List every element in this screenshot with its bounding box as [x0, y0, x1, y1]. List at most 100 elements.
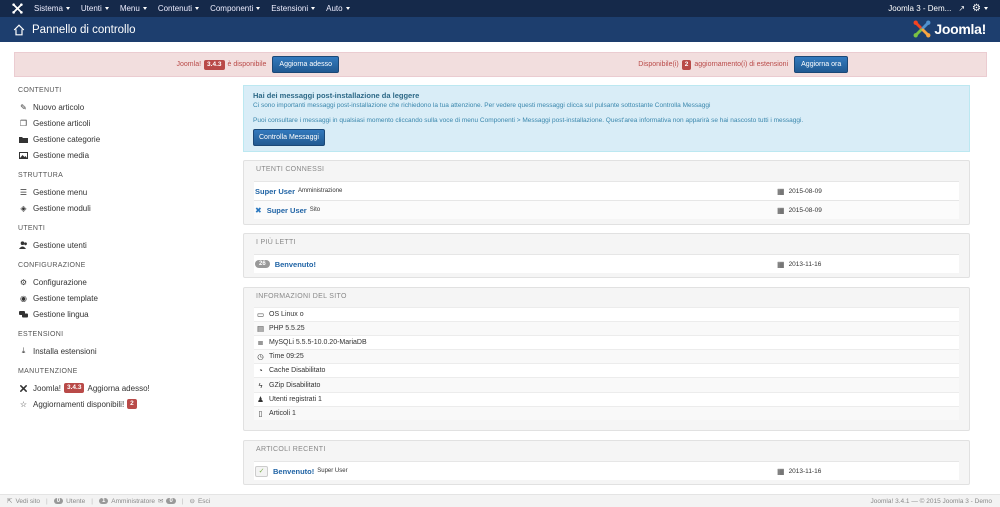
check-messages-button[interactable]: Controlla Messaggi — [253, 129, 325, 146]
update-extensions-button[interactable]: Aggiorna ora — [794, 56, 849, 73]
footer-left: ⇱ Vedi sito | 0 Utente | 1 Amministrator… — [7, 497, 210, 506]
logout-user-icon[interactable]: ✖ — [255, 206, 262, 215]
article-link[interactable]: Benvenuto! — [275, 260, 316, 269]
list-item: ◔ Cache Disabilitato — [254, 363, 959, 378]
menu-componenti[interactable]: Componenti — [210, 4, 260, 13]
php-icon: ▤ — [256, 324, 265, 334]
sidebar-section-title: CONTENUTI — [18, 87, 62, 94]
list-item: ◷ Time 09:25 — [254, 349, 959, 364]
user-area: Sito — [309, 207, 321, 213]
article-link[interactable]: Benvenuto! — [273, 467, 314, 476]
info-label: Cache Disabilitato — [269, 367, 326, 375]
info-label: Utenti registrati 1 — [269, 395, 322, 403]
sidebar-item-aggiornamenti[interactable]: ☆ Aggiornamenti disponibili! 2 — [18, 396, 223, 412]
joomla-logo-text: Joomla! — [934, 21, 986, 37]
postinstall-text-secondary: Puoi consultare i messaggi in qualsiasi … — [253, 117, 804, 124]
divider: | — [181, 497, 184, 505]
pencil-icon: ✎ — [20, 102, 27, 112]
site-name-link[interactable]: Joomla 3 - Dem... — [888, 4, 951, 13]
sidebar-item-gestione-menu[interactable]: ☰ Gestione menu — [18, 184, 223, 200]
divider: | — [46, 497, 48, 505]
view-site-link[interactable]: Vedi sito — [15, 498, 40, 505]
row-date: 2015-08-09 — [788, 206, 822, 214]
panel-body: Super User Amministrazione ▦ 2015-08-09 ✖… — [244, 179, 969, 219]
row-date: 2013-11-16 — [788, 260, 822, 268]
postinstall-messages-box: Hai dei messaggi post-installazione da l… — [243, 85, 970, 152]
list-item: ϟ GZip Disabilitato — [254, 377, 959, 392]
panel-body: ✓ Benvenuto! Super User ▦ 2013-11-16 — [244, 459, 969, 480]
gear-icon[interactable]: ⚙ — [972, 3, 988, 14]
menu-contenuti[interactable]: Contenuti — [158, 4, 199, 13]
status-footer: ⇱ Vedi sito | 0 Utente | 1 Amministrator… — [0, 494, 1000, 507]
info-label: Time 09:25 — [269, 353, 304, 361]
info-label: OS Linux o — [269, 311, 304, 319]
sidebar-item-label: Gestione media — [33, 150, 90, 160]
calendar-icon: ▦ — [777, 205, 785, 215]
sidebar-item-configurazione[interactable]: ⚙ Configurazione — [18, 274, 223, 290]
sidebar-item-installa-estensioni[interactable]: ⤓ Installa estensioni — [18, 343, 223, 359]
cube-icon: ◈ — [20, 203, 27, 213]
sidebar-item-gestione-media[interactable]: Gestione media — [18, 147, 223, 163]
panel-title: UTENTI CONNESSI — [256, 166, 325, 173]
table-row: ✖ Super User Sito ▦ 2015-08-09 — [254, 200, 959, 219]
sidebar-section-title: CONFIGURAZIONE — [18, 262, 86, 269]
minus-icon: ⊖ — [189, 498, 195, 505]
user-icon: ♟ — [257, 394, 264, 404]
menu-estensioni[interactable]: Estensioni — [271, 4, 315, 13]
sidebar-section-title: MANUTENZIONE — [18, 368, 78, 375]
sidebar-item-joomla-update[interactable]: Joomla! 3.4.3 Aggiorna adesso! — [18, 380, 223, 396]
postinstall-text: Ci sono importanti messaggi post-install… — [253, 102, 711, 109]
sidebar-item-gestione-categorie[interactable]: Gestione categorie — [18, 131, 223, 147]
article-author: Super User — [317, 468, 348, 474]
info-label: PHP 5.5.25 — [269, 325, 305, 333]
envelope-icon[interactable]: ✉ — [158, 497, 163, 505]
core-update-suffix: è disponibile — [227, 61, 267, 68]
joomla-logo-icon — [913, 20, 931, 38]
visitors-count-badge: 0 — [53, 498, 64, 504]
lightning-icon: ϟ — [258, 380, 263, 390]
sidebar-item-gestione-template[interactable]: ◉ Gestione template — [18, 290, 223, 306]
published-check-icon[interactable]: ✓ — [255, 465, 268, 477]
sidebar-item-gestione-lingua[interactable]: Gestione lingua — [18, 306, 223, 322]
sidebar-item-nuovo-articolo[interactable]: ✎ Nuovo articolo — [18, 99, 223, 115]
logout-link[interactable]: Esci — [198, 498, 210, 505]
sidebar-item-label: Aggiorna adesso! — [87, 383, 150, 393]
menu-sistema[interactable]: Sistema — [34, 4, 70, 13]
clock-icon: ◷ — [257, 352, 264, 362]
sidebar-section-utenti: UTENTI Gestione utenti — [18, 221, 223, 253]
list-item: ≣ MySQLi 5.5.5-10.0.20-MariaDB — [254, 335, 959, 350]
copy-icon: ❐ — [19, 118, 28, 128]
sidebar-item-gestione-utenti[interactable]: Gestione utenti — [18, 237, 223, 253]
panel-title: INFORMAZIONI DEL SITO — [256, 293, 347, 300]
sidebar-section-estensioni: ESTENSIONI ⤓ Installa estensioni — [18, 327, 223, 359]
ext-update-prefix: Disponibile(i) — [638, 61, 679, 68]
main-content: Hai dei messaggi post-installazione da l… — [243, 85, 970, 485]
user-link[interactable]: Super User — [255, 187, 295, 196]
menu-utenti[interactable]: Utenti — [81, 4, 109, 13]
sidebar-item-gestione-articoli[interactable]: ❐ Gestione articoli — [18, 115, 223, 131]
row-date: 2015-08-09 — [788, 187, 822, 195]
sidebar: CONTENUTI ✎ Nuovo articolo ❐ Gestione arti… — [18, 83, 223, 412]
calendar-icon: ▦ — [777, 186, 785, 196]
dashboard-icon: ◔ — [258, 366, 263, 376]
sidebar-section-title: STRUTTURA — [18, 172, 64, 179]
admins-label: Amministratore — [111, 497, 155, 505]
copyright: Joomla! 3.4.1 — © 2015 Joomla 3 - Demo — [870, 497, 993, 505]
user-link[interactable]: Super User — [267, 206, 307, 215]
user-area: Amministrazione — [298, 188, 343, 194]
panel-title: ARTICOLI RECENTI — [256, 446, 326, 453]
sidebar-item-label: Aggiornamenti disponibili! — [33, 399, 125, 409]
menu-auto[interactable]: Auto — [326, 4, 349, 13]
visitors-label: Utente — [66, 497, 86, 505]
sidebar-item-label: Gestione utenti — [33, 240, 87, 250]
joomla-icon[interactable] — [12, 3, 23, 14]
sidebar-item-label: Gestione categorie — [33, 134, 101, 144]
list-item: ♟ Utenti registrati 1 — [254, 391, 959, 406]
page-header: Pannello di controllo Joomla! — [0, 17, 1000, 42]
menu-menu[interactable]: Menu — [120, 4, 147, 13]
update-now-button[interactable]: Aggiorna adesso — [272, 56, 339, 73]
navbar-right: Joomla 3 - Dem... ↗ ⚙ — [888, 0, 988, 17]
sidebar-item-gestione-moduli[interactable]: ◈ Gestione moduli — [18, 200, 223, 216]
external-link-icon[interactable]: ↗ — [958, 4, 965, 13]
database-icon: ≣ — [257, 338, 264, 348]
